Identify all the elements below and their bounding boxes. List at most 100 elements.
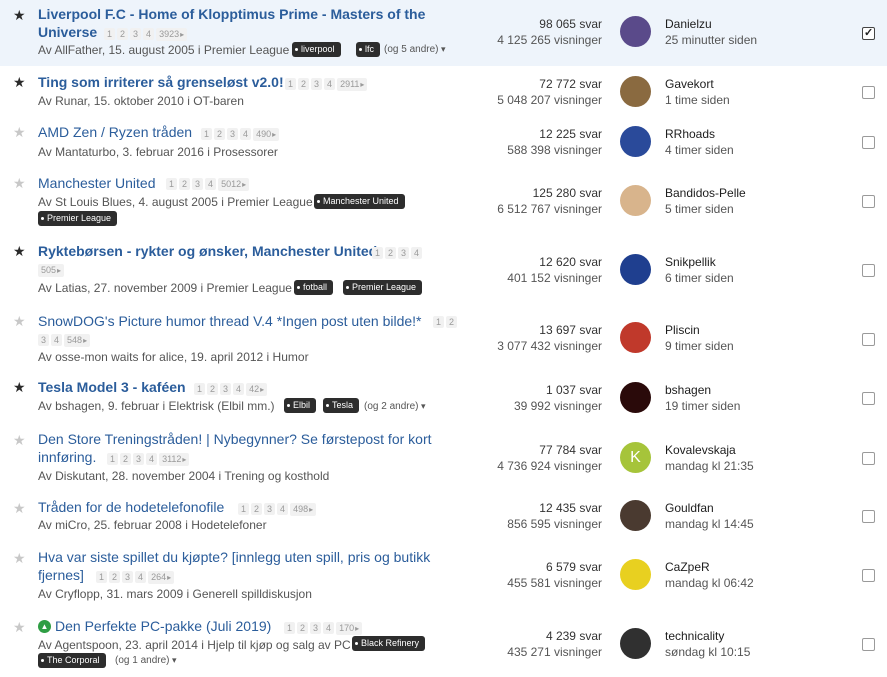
- topic-title-cont[interactable]: innføring.: [38, 449, 96, 466]
- star-icon[interactable]: ★: [13, 380, 26, 394]
- topic-row[interactable]: ★ Ryktebørsen - rykter og ønsker, Manche…: [0, 234, 887, 304]
- last-page-link[interactable]: 548: [64, 334, 91, 347]
- topic-title[interactable]: Den Store Treningstråden! | Nybegynner? …: [38, 431, 432, 448]
- tag[interactable]: Black Refinery: [352, 636, 426, 651]
- page-link[interactable]: 4: [205, 178, 217, 190]
- last-page-link[interactable]: 264: [148, 571, 175, 584]
- page-link[interactable]: 2: [109, 571, 121, 583]
- topic-title-cont[interactable]: Universe: [38, 24, 97, 41]
- last-post-time[interactable]: 19 timer siden: [665, 399, 740, 413]
- page-link[interactable]: 1: [285, 78, 297, 90]
- tag[interactable]: Premier League: [38, 211, 118, 226]
- page-link[interactable]: 1: [96, 571, 108, 583]
- page-link[interactable]: 3: [133, 453, 145, 465]
- checkbox[interactable]: [862, 392, 875, 405]
- topic-row[interactable]: ★ SnowDOG's Picture humor thread V.4 *In…: [0, 304, 887, 372]
- tag[interactable]: Tesla: [323, 398, 360, 413]
- last-post-time[interactable]: mandag kl 14:45: [665, 517, 754, 531]
- page-link[interactable]: 4: [233, 383, 245, 395]
- last-page-link[interactable]: 490: [253, 128, 280, 141]
- page-link[interactable]: 3: [311, 78, 323, 90]
- more-tags[interactable]: (og 5 andre): [384, 42, 446, 57]
- last-page-link[interactable]: 3112: [159, 453, 190, 466]
- checkbox[interactable]: [862, 195, 875, 208]
- topic-row[interactable]: ★ Ting som irriterer så grenseløst v2.0!…: [0, 66, 887, 116]
- avatar[interactable]: [620, 382, 651, 413]
- page-link[interactable]: 2: [251, 503, 263, 515]
- page-link[interactable]: 2: [214, 128, 226, 140]
- avatar[interactable]: [620, 254, 651, 285]
- avatar[interactable]: [620, 500, 651, 531]
- topic-row[interactable]: ★ AMD Zen / Ryzen tråden 1234490 Av Mant…: [0, 116, 887, 166]
- page-link[interactable]: 4: [143, 28, 155, 40]
- topic-row[interactable]: ★ Liverpool F.C - Home of Klopptimus Pri…: [0, 0, 887, 66]
- page-link[interactable]: 1: [104, 28, 116, 40]
- last-poster[interactable]: Bandidos-Pelle: [665, 186, 746, 200]
- page-link[interactable]: 3: [310, 622, 322, 634]
- page-link[interactable]: 2: [117, 28, 129, 40]
- avatar[interactable]: [620, 559, 651, 590]
- last-poster[interactable]: technicality: [665, 629, 724, 643]
- last-page-link[interactable]: 498: [290, 503, 317, 516]
- page-link[interactable]: 2: [120, 453, 132, 465]
- topic-row[interactable]: ★ Hva var siste spillet du kjøpte? [innl…: [0, 544, 887, 612]
- page-link[interactable]: 4: [324, 78, 336, 90]
- last-page-link[interactable]: 505: [38, 264, 65, 277]
- tag[interactable]: lfc: [356, 42, 380, 57]
- last-page-link[interactable]: 2911: [337, 78, 368, 91]
- topic-title[interactable]: AMD Zen / Ryzen tråden: [38, 124, 192, 141]
- checkbox[interactable]: [862, 510, 875, 523]
- tag[interactable]: Manchester United: [314, 194, 405, 209]
- page-link[interactable]: 2: [385, 247, 397, 259]
- topic-title[interactable]: Ryktebørsen - rykter og ønsker, Manchest…: [38, 243, 377, 260]
- page-link[interactable]: 1: [433, 316, 445, 328]
- page-link[interactable]: 4: [323, 622, 335, 634]
- last-poster[interactable]: Gavekort: [665, 77, 714, 91]
- topic-title[interactable]: SnowDOG's Picture humor thread V.4 *Inge…: [38, 313, 422, 330]
- topic-title[interactable]: Manchester United: [38, 175, 156, 192]
- star-icon[interactable]: ★: [13, 75, 26, 89]
- page-link[interactable]: 3: [227, 128, 239, 140]
- star-icon[interactable]: ★: [13, 176, 26, 190]
- page-link[interactable]: 3: [264, 503, 276, 515]
- checkbox[interactable]: [862, 569, 875, 582]
- page-link[interactable]: 2: [207, 383, 219, 395]
- avatar[interactable]: [620, 16, 651, 47]
- page-link[interactable]: 2: [297, 622, 309, 634]
- last-poster[interactable]: Pliscin: [665, 323, 700, 337]
- star-icon[interactable]: ★: [13, 620, 26, 634]
- checkbox[interactable]: [862, 26, 875, 40]
- last-page-link[interactable]: 170: [336, 622, 363, 635]
- last-post-time[interactable]: mandag kl 06:42: [665, 576, 754, 590]
- last-poster[interactable]: Gouldfan: [665, 501, 714, 515]
- checkbox[interactable]: [862, 452, 875, 465]
- avatar[interactable]: [620, 76, 651, 107]
- topic-title[interactable]: Liverpool F.C - Home of Klopptimus Prime…: [38, 6, 425, 23]
- page-link[interactable]: 1: [107, 453, 119, 465]
- last-poster[interactable]: Danielzu: [665, 17, 712, 31]
- page-link[interactable]: 3: [130, 28, 142, 40]
- tag[interactable]: Elbil: [284, 398, 317, 413]
- page-link[interactable]: 3: [122, 571, 134, 583]
- topic-row[interactable]: ★ Tesla Model 3 - kaféen 123442 Av bshag…: [0, 372, 887, 426]
- page-link[interactable]: 1: [238, 503, 250, 515]
- tag[interactable]: The Corporal: [38, 653, 106, 668]
- tag[interactable]: fotball: [294, 280, 334, 295]
- topic-title[interactable]: Ting som irriterer så grenseløst v2.0!: [38, 74, 284, 91]
- last-post-time[interactable]: søndag kl 10:15: [665, 645, 750, 659]
- page-link[interactable]: 4: [411, 247, 423, 259]
- last-post-time[interactable]: mandag kl 21:35: [665, 459, 754, 473]
- last-post-time[interactable]: 4 timer siden: [665, 143, 734, 157]
- star-icon[interactable]: ★: [13, 125, 26, 139]
- more-tags[interactable]: (og 2 andre): [364, 399, 426, 414]
- page-link[interactable]: 1: [166, 178, 178, 190]
- last-post-time[interactable]: 1 time siden: [665, 93, 730, 107]
- topic-row[interactable]: ★ Manchester United 12345012 Av St Louis…: [0, 166, 887, 234]
- last-poster[interactable]: RRhoads: [665, 127, 715, 141]
- tag[interactable]: Premier League: [343, 280, 423, 295]
- star-icon[interactable]: ★: [13, 8, 26, 22]
- star-icon[interactable]: ★: [13, 244, 26, 258]
- page-link[interactable]: 1: [284, 622, 296, 634]
- page-link[interactable]: 3: [220, 383, 232, 395]
- page-link[interactable]: 4: [277, 503, 289, 515]
